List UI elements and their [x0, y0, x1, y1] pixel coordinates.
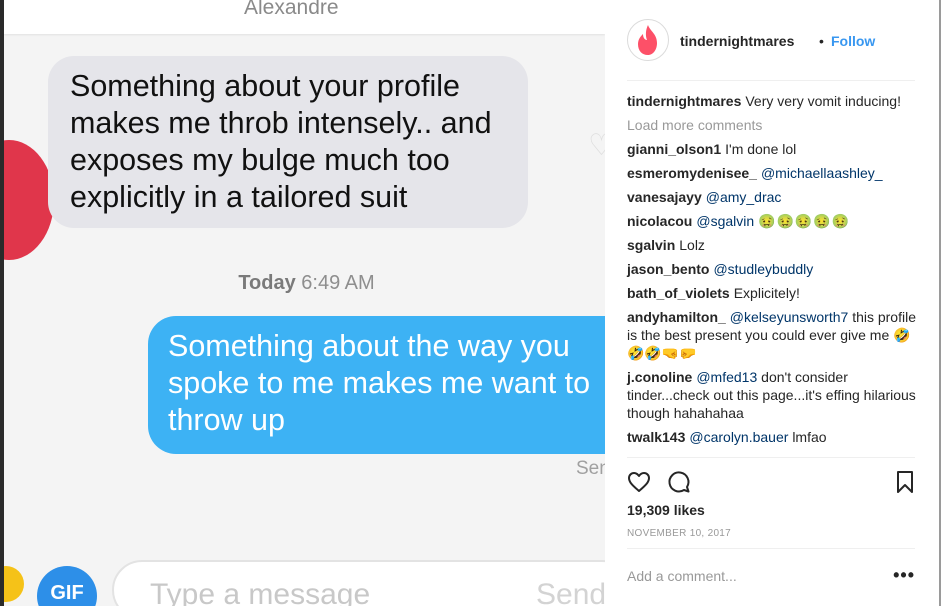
send-label: Send	[536, 578, 605, 606]
comment-item: twalk143 @carolyn.bauer lmfao	[627, 428, 917, 446]
comment-text: I'm done lol	[725, 141, 797, 157]
comment-item: bath_of_violets Explicitely!	[627, 284, 917, 302]
message-timestamp: Today 6:49 AM	[4, 272, 605, 295]
message-input-placeholder: Type a message	[150, 578, 371, 606]
post-header: tindernightmares • Follow	[627, 0, 915, 81]
comment-icon[interactable]	[667, 470, 691, 499]
comment-item: nicolacou @sgalvin 🤢🤢🤢🤢🤢	[627, 212, 917, 230]
post-actions	[627, 457, 915, 506]
sent-status: Sen	[576, 458, 605, 479]
comment-mention[interactable]: @amy_drac	[706, 189, 782, 205]
comment-username[interactable]: sgalvin	[627, 237, 675, 253]
emoji-button	[4, 566, 24, 602]
caption: tindernightmares Very very vomit inducing…	[627, 92, 917, 110]
caption-text: Very very vomit inducing!	[745, 93, 901, 109]
timestamp-time: 6:49 AM	[301, 272, 375, 294]
bookmark-icon[interactable]	[895, 470, 915, 499]
timestamp-day: Today	[238, 272, 296, 294]
flame-icon	[638, 25, 657, 55]
add-comment-input[interactable]: Add a comment...	[627, 568, 737, 584]
comment-mention[interactable]: @carolyn.bauer	[689, 429, 788, 445]
more-options-icon[interactable]: •••	[893, 565, 915, 586]
contact-name: Alexandre	[244, 0, 339, 19]
comment-text: Lolz	[679, 237, 705, 253]
header-separator: •	[819, 33, 824, 49]
chat-header: Alexandre	[4, 0, 605, 34]
comment-mention[interactable]: @michaellaashley_	[761, 165, 883, 181]
comment-username[interactable]: esmeromydenisee_	[627, 165, 757, 181]
comment-mention[interactable]: @studleybuddly	[713, 261, 813, 277]
comment-username[interactable]: vanesajayy	[627, 189, 702, 205]
comment-text: lmfao	[792, 429, 827, 445]
comment-item: vanesajayy @amy_drac	[627, 188, 917, 206]
comment-item: esmeromydenisee_ @michaellaashley_	[627, 164, 917, 182]
heart-decoration	[4, 140, 54, 260]
message-input: Type a message Send	[112, 560, 605, 606]
comment-mention[interactable]: @mfed13	[696, 369, 757, 385]
comment-username[interactable]: nicolacou	[627, 213, 692, 229]
comment-item: andyhamilton_ @kelseyunsworth7 this profi…	[627, 308, 917, 362]
post-side-panel: tindernightmares • Follow tindernightmar…	[605, 0, 941, 606]
comment-item: jason_bento @studleybuddly	[627, 260, 917, 278]
load-more-comments[interactable]: Load more comments	[627, 116, 917, 134]
comment-username[interactable]: j.conoline	[627, 369, 692, 385]
post-image: Alexandre Something about your profile m…	[0, 0, 605, 606]
add-comment-bar: Add a comment... •••	[627, 548, 915, 607]
avatar[interactable]	[627, 19, 669, 61]
comment-item: sgalvin Lolz	[627, 236, 917, 254]
caption-username[interactable]: tindernightmares	[627, 93, 741, 109]
comment-username[interactable]: andyhamilton_	[627, 309, 726, 325]
comment-username[interactable]: jason_bento	[627, 261, 709, 277]
comment-item: gianni_olson1 I'm done lol	[627, 140, 917, 158]
like-icon[interactable]	[627, 470, 651, 499]
follow-button[interactable]: Follow	[831, 33, 875, 49]
incoming-message-bubble: Something about your profile makes me th…	[48, 56, 528, 228]
post-date: NOVEMBER 10, 2017	[627, 528, 732, 539]
like-heart-icon: ♡	[588, 128, 605, 163]
comment-text: Explicitely!	[733, 285, 800, 301]
comment-mention[interactable]: @kelseyunsworth7	[730, 309, 849, 325]
outgoing-message-bubble: Something about the way you spoke to me …	[148, 316, 605, 454]
comment-username[interactable]: twalk143	[627, 429, 685, 445]
comment-item: j.conoline @mfed13 don't consider tinder.…	[627, 368, 917, 422]
comment-mention[interactable]: @sgalvin	[696, 213, 754, 229]
comment-username[interactable]: bath_of_violets	[627, 285, 730, 301]
post-username[interactable]: tindernightmares	[680, 33, 794, 49]
like-count[interactable]: 19,309 likes	[627, 502, 705, 518]
comments-list: tindernightmares Very very vomit inducing…	[627, 92, 917, 452]
comment-text: 🤢🤢🤢🤢🤢	[758, 213, 851, 229]
gif-button: GIF	[37, 566, 97, 606]
comment-username[interactable]: gianni_olson1	[627, 141, 721, 157]
